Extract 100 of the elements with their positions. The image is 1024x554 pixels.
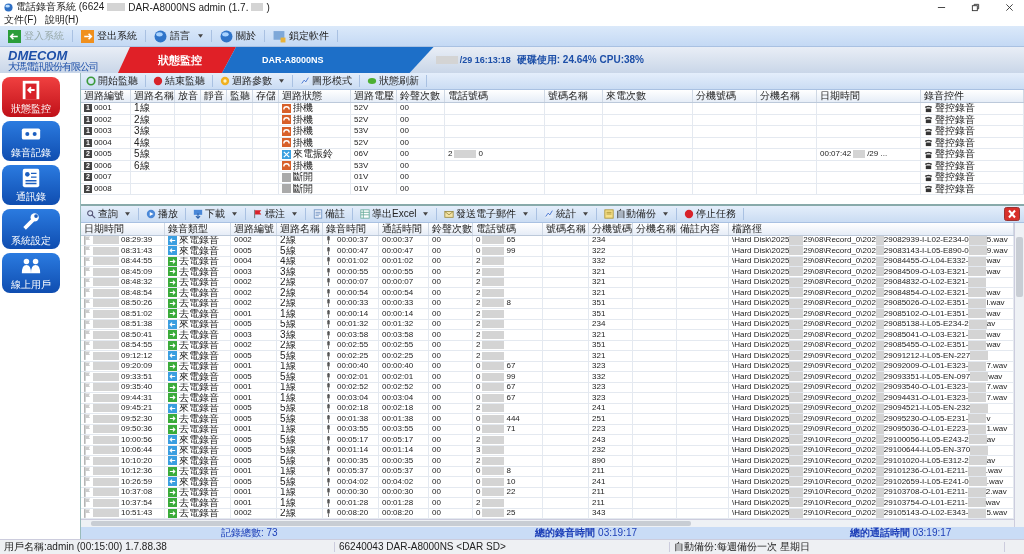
flag-icon[interactable]: [84, 277, 91, 287]
column-header[interactable]: 電話號碼: [445, 90, 545, 102]
flag-icon[interactable]: [84, 246, 91, 256]
flag-icon[interactable]: [84, 330, 91, 340]
caret-icon[interactable]: [292, 211, 297, 216]
toolbar-button[interactable]: 標注: [250, 208, 288, 219]
caret-icon[interactable]: [232, 211, 237, 216]
flag-icon[interactable]: [84, 403, 91, 413]
close-icon[interactable]: [1005, 2, 1014, 12]
column-header[interactable]: 電話號碼: [473, 222, 543, 235]
flag-icon[interactable]: [84, 372, 91, 382]
menu-item[interactable]: 說明(H): [44, 15, 79, 25]
column-header[interactable]: 迴路狀態: [279, 90, 351, 102]
column-header[interactable]: 迴路名稱: [131, 90, 175, 102]
column-header[interactable]: 迴路名稱: [277, 222, 323, 235]
toolbar-button[interactable]: 登出系統: [77, 29, 141, 43]
flag-icon[interactable]: [84, 487, 91, 497]
flag-icon[interactable]: [84, 435, 91, 445]
caret-icon[interactable]: [198, 34, 203, 38]
toolbar-button[interactable]: 圖形模式: [297, 76, 355, 86]
flag-icon[interactable]: [84, 288, 91, 298]
column-header[interactable]: 錄音類型: [165, 222, 231, 235]
vertical-scrollbar[interactable]: [1014, 222, 1024, 527]
flag-icon[interactable]: [84, 477, 91, 487]
restore-icon[interactable]: [971, 2, 980, 12]
flag-icon[interactable]: [84, 508, 91, 518]
nav-button[interactable]: 線上用戶: [2, 253, 60, 293]
flag-icon[interactable]: [84, 466, 91, 476]
table-cell: 2線: [134, 114, 150, 125]
column-header[interactable]: 分機名稱: [757, 90, 817, 102]
caret-icon[interactable]: [583, 211, 589, 216]
caret-icon[interactable]: [663, 211, 669, 216]
nav-button[interactable]: 錄音記錄: [2, 121, 60, 161]
column-header[interactable]: 錄音控件: [921, 90, 1024, 102]
column-header[interactable]: 迴路編號: [231, 222, 277, 235]
toolbar-button[interactable]: 下載: [190, 208, 228, 219]
column-header[interactable]: 迴路編號: [81, 90, 131, 102]
flag-icon[interactable]: [84, 382, 91, 392]
caret-icon[interactable]: [423, 211, 429, 216]
toolbar-button[interactable]: 結束監聽: [150, 76, 208, 86]
flag-icon[interactable]: [84, 340, 91, 350]
nav-button[interactable]: 系統設定: [2, 209, 60, 249]
flag-icon[interactable]: [84, 298, 91, 308]
column-header[interactable]: 分機號碼: [693, 90, 757, 102]
column-header[interactable]: 號碼名稱: [545, 90, 603, 102]
flag-icon[interactable]: [84, 393, 91, 403]
flag-icon[interactable]: [84, 445, 91, 455]
flag-icon[interactable]: [84, 351, 91, 361]
menu-item[interactable]: 文件(F): [4, 15, 37, 25]
toolbar-button[interactable]: 查詢: [83, 208, 121, 219]
column-header[interactable]: 日期時間: [81, 222, 165, 235]
right-arrow-icon: [168, 298, 177, 308]
column-header[interactable]: 鈴聲次數: [429, 222, 473, 235]
column-header[interactable]: 存儲: [253, 90, 279, 102]
toolbar-button[interactable]: 停止任務: [681, 208, 740, 219]
toolbar-button[interactable]: 開始監聽: [83, 76, 141, 86]
caret-icon[interactable]: [279, 79, 284, 83]
nav-button[interactable]: 通訊錄: [2, 165, 60, 205]
toolbar-button[interactable]: 發送電子郵件: [441, 208, 520, 219]
column-header[interactable]: 通話時間: [379, 222, 429, 235]
column-header[interactable]: 備註內容: [677, 222, 729, 235]
table-cell: \Hard Disk\2025: [732, 393, 790, 403]
toolbar-button[interactable]: 統計: [541, 208, 580, 219]
column-header[interactable]: 迴路電壓: [351, 90, 397, 102]
toolbar-button[interactable]: 語言: [150, 29, 194, 43]
flag-icon[interactable]: [84, 498, 91, 508]
column-header[interactable]: 號碼名稱: [543, 222, 589, 235]
flag-icon[interactable]: [84, 424, 91, 434]
toolbar-button[interactable]: 導出Excel: [357, 208, 420, 219]
flag-icon[interactable]: [84, 456, 91, 466]
flag-icon[interactable]: [84, 414, 91, 424]
toolbar-button[interactable]: 迴路參數: [217, 76, 275, 86]
toolbar-button[interactable]: 關於: [216, 29, 260, 43]
column-header[interactable]: 分機號碼: [589, 222, 633, 235]
toolbar-button[interactable]: 播放: [143, 208, 181, 219]
caret-icon[interactable]: [523, 211, 529, 216]
redaction-block: [93, 362, 119, 371]
toolbar-button[interactable]: 狀態刷新: [364, 76, 422, 86]
nav-button[interactable]: 狀態監控: [2, 77, 60, 117]
table-cell: 09:35:40: [121, 382, 153, 392]
flag-icon[interactable]: [84, 235, 91, 245]
flag-icon[interactable]: [84, 267, 91, 277]
column-header[interactable]: 放音: [175, 90, 201, 102]
column-header[interactable]: 日期時間: [817, 90, 921, 102]
flag-icon[interactable]: [84, 309, 91, 319]
column-header[interactable]: 靜音: [201, 90, 227, 102]
table-cell: 0001: [93, 103, 112, 114]
column-header[interactable]: 錄音時間: [323, 222, 379, 235]
toolbar-button[interactable]: 自動備份: [601, 208, 660, 219]
caret-icon[interactable]: [125, 211, 130, 216]
column-header[interactable]: 監聽: [227, 90, 253, 102]
toolbar-button[interactable]: 鎖定軟件: [269, 29, 333, 43]
flag-icon[interactable]: [84, 361, 91, 371]
close-icon[interactable]: [1004, 206, 1020, 221]
toolbar-button[interactable]: 備註: [310, 208, 348, 219]
flag-icon[interactable]: [84, 319, 91, 329]
flag-icon[interactable]: [84, 256, 91, 266]
column-header[interactable]: 分機名稱: [633, 222, 677, 235]
column-header[interactable]: 來電次數: [603, 90, 693, 102]
column-header[interactable]: 鈴聲次數: [397, 90, 445, 102]
